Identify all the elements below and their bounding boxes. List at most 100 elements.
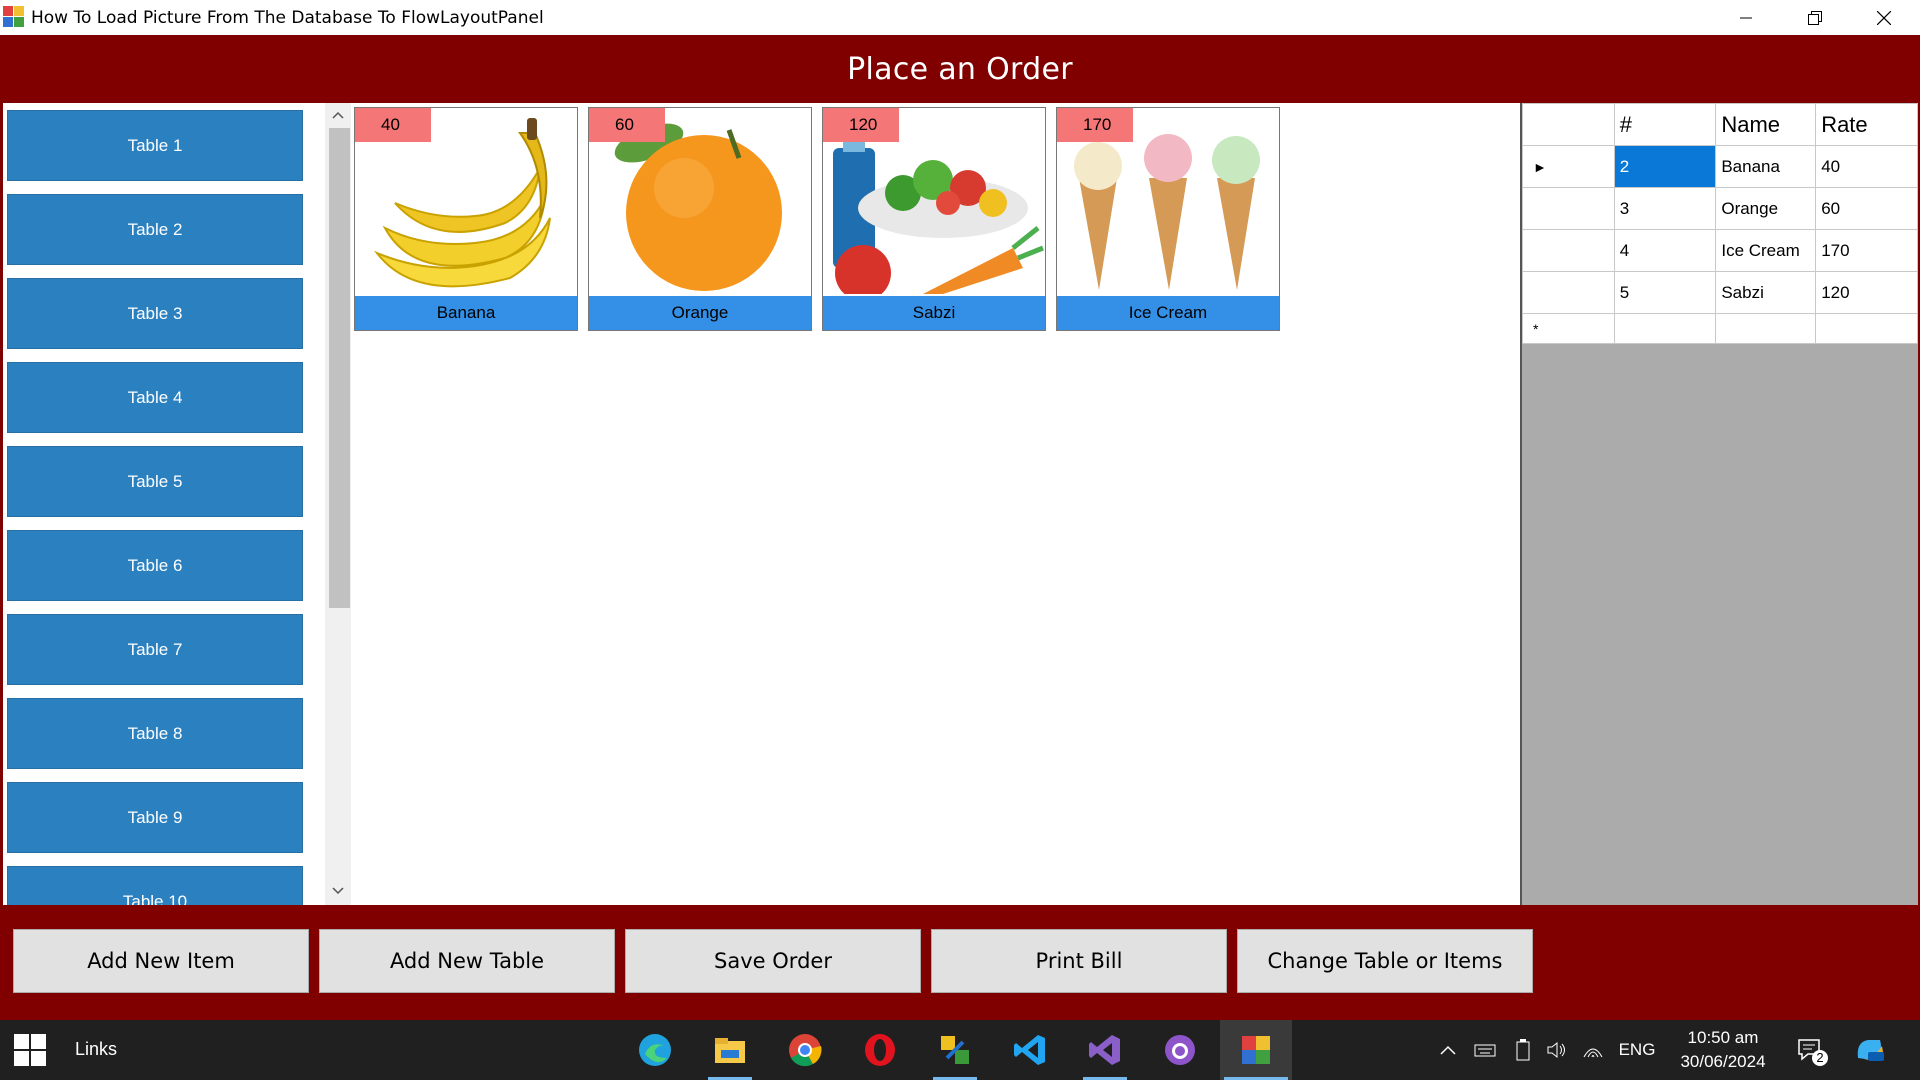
notification-badge: 2 [1812, 1050, 1828, 1066]
order-table: # Name Rate ► 2 Banana 40 3 Orange 60 4 … [1522, 103, 1918, 344]
table-row[interactable]: 3 Orange 60 [1522, 187, 1918, 230]
item-name-label: Orange [589, 296, 811, 330]
price-tag: 40 [355, 108, 431, 142]
table-row[interactable]: ► 2 Banana 40 [1522, 145, 1918, 188]
change-table-or-items-button[interactable]: Change Table or Items [1237, 929, 1533, 993]
scroll-thumb[interactable] [329, 128, 350, 608]
header-banner: Place an Order [0, 35, 1920, 103]
row-header[interactable] [1522, 187, 1615, 230]
new-row[interactable]: * [1522, 313, 1918, 344]
table-button[interactable]: Table 6 [7, 530, 303, 601]
table-row[interactable]: 4 Ice Cream 170 [1522, 229, 1918, 272]
minimize-icon [1739, 17, 1752, 18]
column-header[interactable]: Name [1715, 103, 1817, 146]
table-button[interactable]: Table 9 [7, 782, 303, 853]
wifi-icon[interactable] [1578, 1020, 1608, 1080]
xaml-designer-icon[interactable] [925, 1020, 985, 1080]
grid-cell[interactable]: 4 [1613, 229, 1717, 272]
table-button[interactable]: Table 5 [7, 446, 303, 517]
table-button[interactable]: Table 8 [7, 698, 303, 769]
table-button[interactable]: Table 2 [7, 194, 303, 265]
app-icon [3, 6, 25, 28]
item-name-label: Sabzi [823, 296, 1045, 330]
add-new-table-button[interactable]: Add New Table [319, 929, 615, 993]
restore-button[interactable] [1780, 0, 1849, 35]
vscode-icon[interactable] [1000, 1020, 1060, 1080]
items-flow-panel: 40 Banana 60 Orange 120 Sabzi 170 Ice Cr… [351, 103, 1520, 905]
row-header[interactable] [1522, 271, 1615, 314]
tables-panel: Table 1 Table 2 Table 3 Table 4 Table 5 … [3, 103, 351, 905]
grid-cell[interactable]: 5 [1613, 271, 1717, 314]
item-card[interactable]: 40 Banana [354, 107, 578, 331]
minimize-button[interactable] [1711, 0, 1780, 35]
battery-icon[interactable] [1508, 1020, 1538, 1080]
clock-date: 30/06/2024 [1680, 1052, 1766, 1071]
scroll-down-button[interactable] [325, 879, 351, 903]
grid-cell[interactable]: 170 [1815, 229, 1918, 272]
item-name-label: Banana [355, 296, 577, 330]
new-row-indicator[interactable]: * [1522, 313, 1615, 344]
grid-cell[interactable]: Sabzi [1715, 271, 1817, 314]
copilot-icon[interactable] [1848, 1020, 1892, 1080]
order-grid: # Name Rate ► 2 Banana 40 3 Orange 60 4 … [1520, 103, 1918, 905]
start-button[interactable] [14, 1034, 48, 1068]
taskbar: Links ENG 10:50 am 30/06/2024 2 [0, 1020, 1920, 1080]
page-title: Place an Order [847, 51, 1073, 87]
clock-time: 10:50 am [1687, 1028, 1759, 1047]
language-indicator[interactable]: ENG [1614, 1020, 1660, 1080]
grid-cell[interactable]: 120 [1815, 271, 1918, 314]
price-tag: 170 [1057, 108, 1133, 142]
grid-cell[interactable]: 3 [1613, 187, 1717, 230]
table-button[interactable]: Table 4 [7, 362, 303, 433]
grid-header-row: # Name Rate [1522, 103, 1918, 146]
current-row-indicator[interactable]: ► [1522, 145, 1615, 188]
chevron-up-icon [1440, 1045, 1456, 1055]
item-card[interactable]: 170 Ice Cream [1056, 107, 1280, 331]
grid-cell[interactable]: 2 [1613, 145, 1717, 188]
github-desktop-icon[interactable] [1150, 1020, 1210, 1080]
action-bar: Add New Item Add New Table Save Order Pr… [0, 905, 1920, 1020]
close-button[interactable] [1849, 0, 1918, 35]
notifications-button[interactable]: 2 [1790, 1020, 1830, 1080]
save-order-button[interactable]: Save Order [625, 929, 921, 993]
opera-icon[interactable] [850, 1020, 910, 1080]
tables-scrollbar[interactable] [325, 103, 351, 905]
keyboard-icon[interactable] [1470, 1020, 1500, 1080]
table-button[interactable]: Table 3 [7, 278, 303, 349]
table-button[interactable]: Table 10 [7, 866, 303, 905]
winforms-app-icon[interactable] [1220, 1020, 1292, 1080]
grid-cell[interactable]: Ice Cream [1715, 229, 1817, 272]
chevron-up-icon [332, 111, 344, 119]
grid-cell[interactable]: 60 [1815, 187, 1918, 230]
column-header[interactable]: # [1613, 103, 1717, 146]
add-new-item-button[interactable]: Add New Item [13, 929, 309, 993]
table-button[interactable]: Table 1 [7, 110, 303, 181]
item-card[interactable]: 60 Orange [588, 107, 812, 331]
grid-cell[interactable] [1815, 313, 1918, 344]
item-card[interactable]: 120 Sabzi [822, 107, 1046, 331]
file-explorer-icon[interactable] [700, 1020, 760, 1080]
table-button[interactable]: Table 7 [7, 614, 303, 685]
chevron-down-icon [332, 887, 344, 895]
grid-cell[interactable] [1715, 313, 1817, 344]
grid-cell[interactable]: Orange [1715, 187, 1817, 230]
row-header[interactable] [1522, 229, 1615, 272]
show-hidden-icons-button[interactable] [1436, 1020, 1460, 1080]
chrome-icon[interactable] [775, 1020, 835, 1080]
grid-cell[interactable] [1613, 313, 1717, 344]
edge-icon[interactable] [625, 1020, 685, 1080]
grid-cell[interactable]: 40 [1815, 145, 1918, 188]
print-bill-button[interactable]: Print Bill [931, 929, 1227, 993]
column-header[interactable]: Rate [1815, 103, 1918, 146]
scroll-up-button[interactable] [325, 103, 351, 127]
links-toolbar[interactable]: Links [75, 1039, 117, 1060]
visual-studio-icon[interactable] [1075, 1020, 1135, 1080]
item-name-label: Ice Cream [1057, 296, 1279, 330]
close-icon [1876, 10, 1891, 25]
table-row[interactable]: 5 Sabzi 120 [1522, 271, 1918, 314]
clock[interactable]: 10:50 am 30/06/2024 [1662, 1026, 1784, 1074]
app-window: How To Load Picture From The Database To… [0, 0, 1920, 1080]
restore-icon [1807, 10, 1822, 25]
grid-cell[interactable]: Banana [1715, 145, 1817, 188]
volume-icon[interactable] [1542, 1020, 1572, 1080]
